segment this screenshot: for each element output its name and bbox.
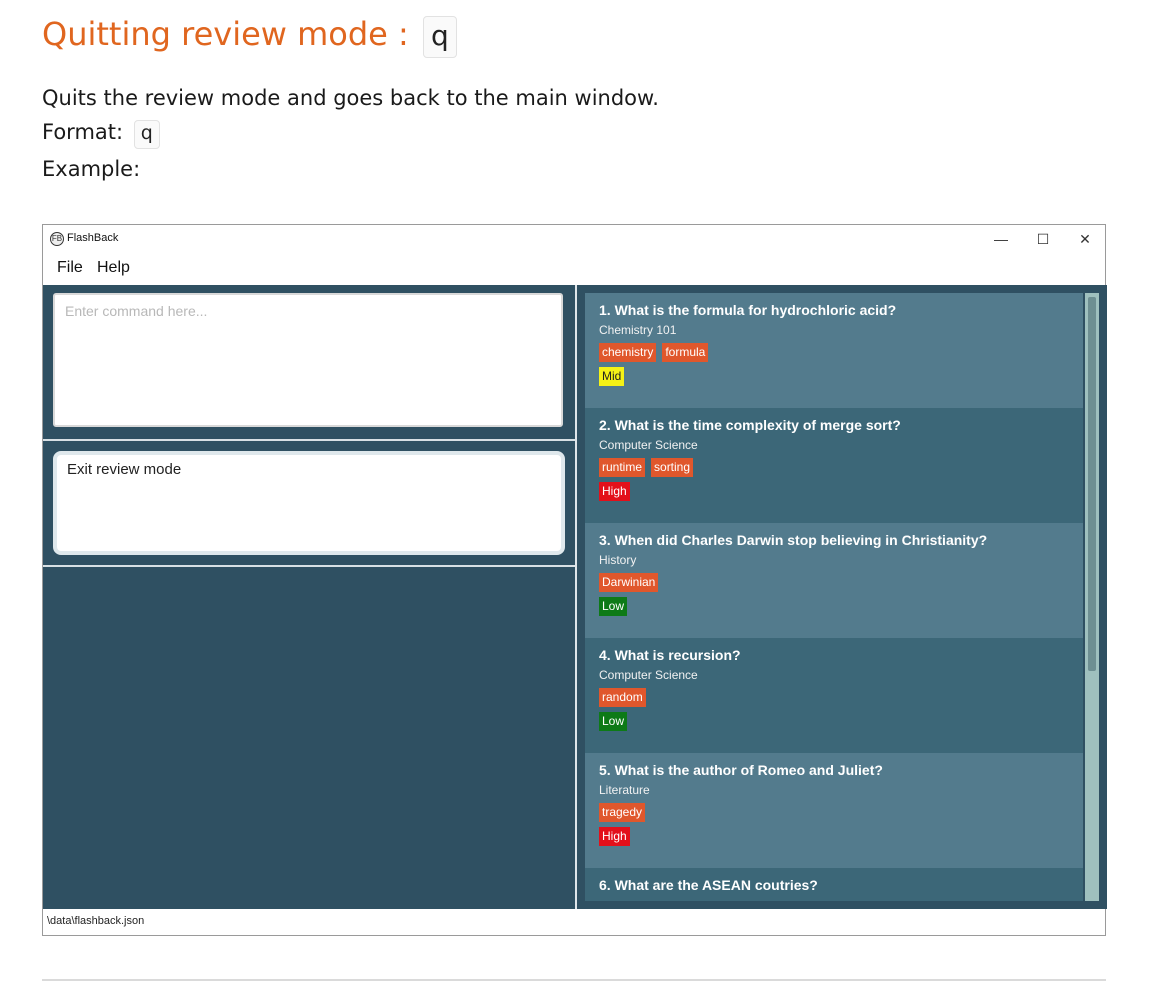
app-logo-icon: FB [50,232,64,246]
command-input[interactable]: Enter command here... [53,293,563,427]
flashcard[interactable]: 2. What is the time complexity of merge … [585,408,1083,523]
maximize-button[interactable]: ☐ [1025,229,1061,249]
difficulty-badge: High [599,827,630,846]
left-pane: Enter command here... Exit review mode [43,285,575,909]
flashcard-tag: formula [662,343,709,362]
flashcard-category: History [599,553,637,567]
format-command-code: q [133,120,160,149]
window-titlebar: FB FlashBack — ☐ ✕ [43,225,1105,253]
flashcard-list: 1. What is the formula for hydrochloric … [585,293,1083,901]
menu-file[interactable]: File [57,259,83,277]
format-line: Format: q [42,120,160,149]
flashcard-tags: Darwinian [599,573,1069,593]
flashcard-tags: random [599,688,1069,708]
flashcard-tags: chemistry formula [599,343,1069,363]
window-title: FlashBack [67,232,119,244]
flashcard-question: 5. What is the author of Romeo and Julie… [599,762,883,778]
flashcard-category: Chemistry 101 [599,323,677,337]
close-button[interactable]: ✕ [1067,229,1103,249]
difficulty-badge: Low [599,712,628,731]
result-divider [43,565,575,567]
flashcard-tag: tragedy [599,803,646,822]
flashcard[interactable]: 6. What are the ASEAN coutries? [585,868,1083,901]
flashcard[interactable]: 4. What is recursion? Computer Science r… [585,638,1083,753]
result-display: Exit review mode [53,451,565,555]
scrollbar[interactable] [1085,293,1099,901]
scrollbar-thumb[interactable] [1088,297,1096,671]
example-label: Example: [42,157,141,181]
command-description: Quits the review mode and goes back to t… [42,86,659,110]
app-window-screenshot: FB FlashBack — ☐ ✕ File Help Enter comma… [42,224,1107,936]
flashcard-tag: sorting [651,458,694,477]
section-divider [42,979,1106,981]
flashcard-tag: chemistry [599,343,657,362]
flashcard[interactable]: 5. What is the author of Romeo and Julie… [585,753,1083,868]
difficulty-badge: High [599,482,630,501]
format-label: Format: [42,120,124,144]
menu-bar: File Help [43,255,1105,283]
menu-help[interactable]: Help [97,259,130,277]
flashcard-tag: random [599,688,646,707]
difficulty-badge: Mid [599,367,625,386]
flashcard-question: 1. What is the formula for hydrochloric … [599,302,897,318]
flashcard-category: Literature [599,783,650,797]
flashcard-category: Computer Science [599,438,698,452]
section-heading-text: Quitting review mode : [42,15,409,53]
flashcard-question: 6. What are the ASEAN coutries? [599,877,818,893]
command-divider [43,439,575,441]
minimize-button[interactable]: — [983,229,1019,249]
flashcard-question: 4. What is recursion? [599,647,741,663]
flashcard-tags: tragedy [599,803,1069,823]
flashcard-category: Computer Science [599,668,698,682]
flashcard-tag: runtime [599,458,646,477]
flashcard-tag: Darwinian [599,573,659,592]
flashcard[interactable]: 3. When did Charles Darwin stop believin… [585,523,1083,638]
flashcard-list-pane: 1. What is the formula for hydrochloric … [577,285,1107,909]
flashcard[interactable]: 1. What is the formula for hydrochloric … [585,293,1083,408]
status-bar-path: \data\flashback.json [43,911,1105,935]
heading-command-code: q [422,16,457,58]
difficulty-badge: Low [599,597,628,616]
section-heading: Quitting review mode : q [42,10,457,58]
flashcard-tags: runtime sorting [599,458,1069,478]
flashcard-question: 2. What is the time complexity of merge … [599,417,901,433]
flashcard-question: 3. When did Charles Darwin stop believin… [599,532,988,548]
